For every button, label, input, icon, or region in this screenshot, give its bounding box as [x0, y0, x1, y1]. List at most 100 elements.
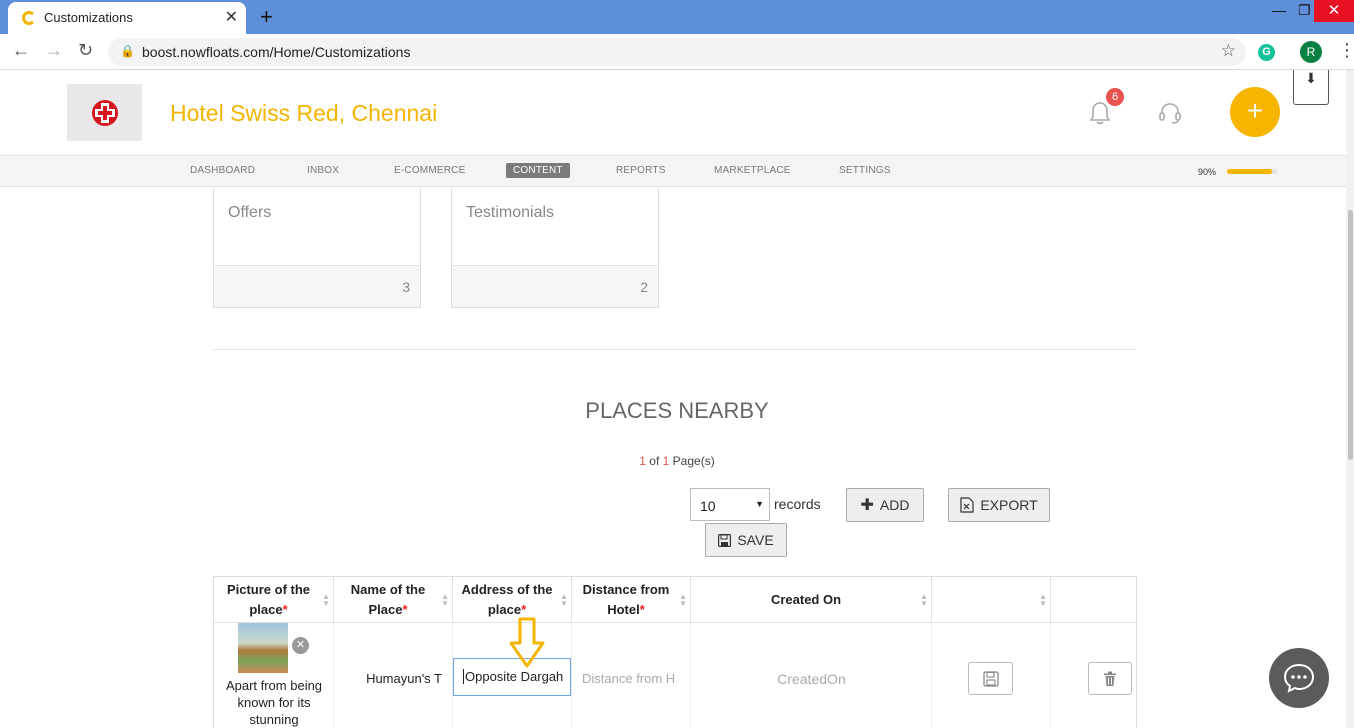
profile-completion-fill [1227, 169, 1272, 174]
nav-reports[interactable]: REPORTS [616, 165, 666, 176]
records-per-page-value: 10 [700, 498, 716, 514]
nav-content[interactable]: CONTENT [506, 163, 570, 178]
close-tab-icon[interactable]: ✕ [225, 7, 238, 27]
required-marker: * [402, 601, 408, 617]
trash-icon [1104, 671, 1116, 686]
table-cell-picture: ✕ Apart from being known for its stunnin… [214, 623, 334, 728]
swiss-cross-logo-icon [92, 100, 118, 126]
add-button[interactable]: ✚ ADD [846, 488, 924, 522]
browser-toolbar: ← → ↻ 🔒 boost.nowfloats.com/Home/Customi… [0, 34, 1354, 70]
nav-inbox[interactable]: INBOX [307, 165, 339, 176]
chevron-down-icon: ▼ [755, 499, 764, 509]
card-title: Testimonials [466, 204, 555, 221]
sort-icon[interactable]: ▲ ▼ [920, 593, 928, 608]
lock-icon: 🔒 [120, 44, 135, 58]
column-header-label: Name of the Place [350, 581, 426, 617]
forward-icon[interactable]: → [45, 40, 63, 61]
column-header-created-on[interactable]: Created On ▲ ▼ [691, 577, 932, 623]
column-header-picture[interactable]: Picture of the place* ▲ ▼ [214, 577, 334, 623]
tab-title: Customizations [44, 10, 133, 25]
pagination-info: 1 of 1 Page(s) [0, 454, 1354, 468]
browser-tab[interactable]: Customizations ✕ [8, 2, 246, 34]
browser-menu-icon[interactable]: ⋮ [1338, 40, 1354, 61]
export-button[interactable]: EXPORT [948, 488, 1050, 522]
column-header-delete [1051, 577, 1136, 623]
column-header-label: Picture of the place [226, 581, 311, 617]
required-marker: * [639, 601, 645, 617]
place-name[interactable]: Humayun's T [366, 671, 442, 686]
chat-icon [1283, 663, 1315, 693]
grammarly-extension-icon[interactable]: G [1258, 44, 1275, 61]
column-header-label: Distance from Hotel [582, 581, 670, 617]
url-text[interactable]: boost.nowfloats.com/Home/Customizations [142, 44, 410, 60]
nav-marketplace[interactable]: MARKETPLACE [714, 165, 791, 176]
required-marker: * [282, 601, 288, 617]
records-label: records [774, 496, 821, 512]
required-marker: * [521, 601, 527, 617]
table-cell-created-on: CreatedOn [691, 623, 932, 728]
card-count: 3 [402, 279, 410, 295]
records-per-page-select[interactable]: 10 ▼ [690, 488, 770, 521]
sort-icon[interactable]: ▲ ▼ [560, 593, 568, 608]
plus-icon: ✚ [860, 497, 874, 514]
table-cell-save [932, 623, 1051, 728]
profile-completion-bar [1227, 169, 1277, 174]
reload-icon[interactable]: ↻ [78, 40, 93, 61]
sort-icon[interactable]: ▲ ▼ [1039, 593, 1047, 608]
places-table: Picture of the place* ▲ ▼ Name of the Pla… [213, 576, 1137, 728]
card-testimonials[interactable]: Testimonials 2 [451, 188, 659, 308]
row-save-button[interactable] [968, 662, 1013, 695]
bookmark-star-icon[interactable]: ☆ [1221, 41, 1236, 61]
column-header-save[interactable]: ▲ ▼ [932, 577, 1051, 623]
row-delete-button[interactable] [1088, 662, 1132, 695]
download-icon[interactable]: ⬇ [1293, 70, 1329, 105]
chat-widget-button[interactable] [1269, 648, 1329, 708]
export-button-label: EXPORT [980, 497, 1038, 513]
card-footer: 2 [452, 265, 658, 307]
section-title: PLACES NEARBY [585, 398, 769, 423]
scrollbar-thumb[interactable] [1348, 210, 1353, 460]
create-new-fab-button[interactable]: + [1230, 87, 1280, 137]
back-icon[interactable]: ← [12, 40, 30, 61]
current-page: 1 [639, 454, 646, 468]
notification-count-badge: 6 [1106, 88, 1124, 106]
distance-input-placeholder[interactable]: Distance from H [582, 671, 675, 686]
new-tab-icon[interactable]: + [260, 4, 273, 30]
address-bar[interactable]: 🔒 boost.nowfloats.com/Home/Customization… [108, 38, 1246, 66]
remove-image-icon[interactable]: ✕ [292, 637, 309, 654]
sort-icon[interactable]: ▲ ▼ [441, 593, 449, 608]
sort-icon[interactable]: ▲ ▼ [322, 593, 330, 608]
card-count: 2 [640, 279, 648, 295]
place-thumbnail[interactable] [238, 623, 288, 673]
picture-description: Apart from being known for its stunning [225, 678, 323, 727]
add-button-label: ADD [879, 497, 910, 513]
nav-ecommerce[interactable]: E-COMMERCE [394, 165, 465, 176]
nav-settings[interactable]: SETTINGS [839, 165, 891, 176]
hotel-logo [67, 84, 142, 141]
browser-tab-bar: Customizations ✕ + — ❐ ✕ [0, 0, 1354, 34]
restore-icon[interactable]: ❐ [1298, 2, 1311, 19]
card-footer: 3 [214, 265, 420, 307]
column-header-distance[interactable]: Distance from Hotel* ▲ ▼ [572, 577, 691, 623]
site-favicon-icon [22, 11, 36, 25]
nav-dashboard[interactable]: DASHBOARD [190, 165, 255, 176]
table-cell-delete [1051, 623, 1136, 728]
hotel-name: Hotel Swiss Red, Chennai [170, 100, 438, 126]
column-header-name[interactable]: Name of the Place* ▲ ▼ [334, 577, 453, 623]
card-title: Offers [228, 204, 272, 221]
floppy-disk-icon [982, 671, 999, 687]
support-headset-icon[interactable] [1157, 100, 1183, 126]
profile-completion-label: 90% [1198, 167, 1217, 177]
minimize-icon[interactable]: — [1272, 2, 1286, 18]
card-offers[interactable]: Offers 3 [213, 188, 421, 308]
annotation-arrow-icon [509, 617, 545, 668]
save-button[interactable]: SAVE [705, 523, 787, 557]
table-cell-distance[interactable]: Distance from H [572, 623, 691, 728]
profile-avatar[interactable]: R [1300, 41, 1322, 63]
created-on-value: CreatedOn [777, 671, 846, 687]
excel-file-icon [960, 497, 974, 513]
floppy-disk-icon [718, 533, 732, 547]
table-cell-name[interactable]: Humayun's T [334, 623, 453, 728]
window-close-icon[interactable]: ✕ [1314, 0, 1354, 22]
sort-icon[interactable]: ▲ ▼ [679, 593, 687, 608]
